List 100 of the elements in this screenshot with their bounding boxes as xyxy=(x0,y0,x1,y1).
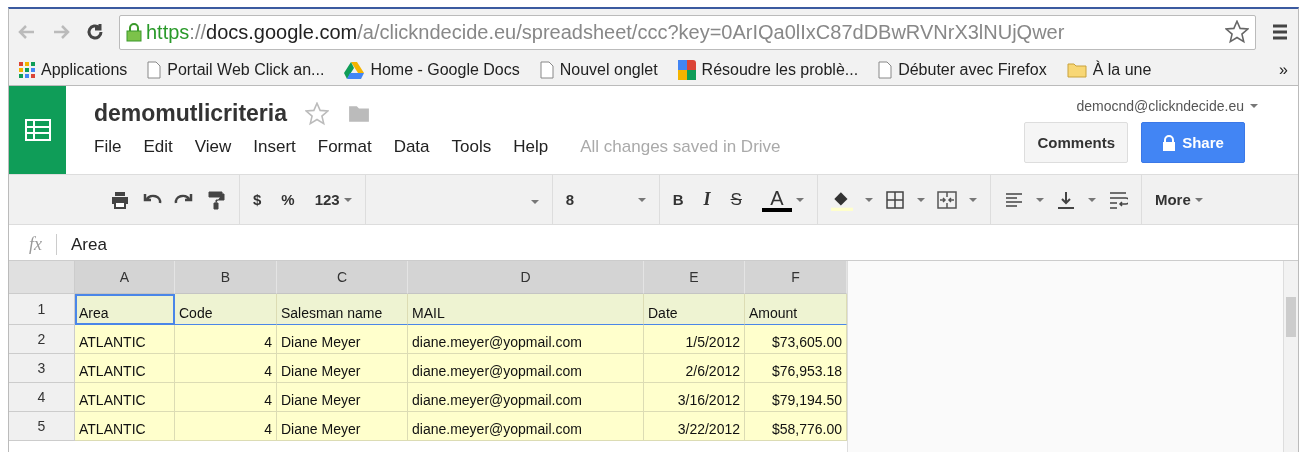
bookmark[interactable]: Portail Web Click an... xyxy=(147,61,325,79)
table-icon xyxy=(24,119,51,141)
save-status: All changes saved in Drive xyxy=(580,137,781,157)
menu-item[interactable]: Data xyxy=(393,137,430,157)
number-format-button[interactable]: 123 xyxy=(314,191,352,208)
table-cell[interactable]: ATLANTIC xyxy=(75,354,175,383)
table-cell[interactable]: 4 xyxy=(175,383,277,412)
table-cell[interactable]: MAIL xyxy=(408,294,644,325)
table-cell[interactable]: ATLANTIC xyxy=(75,412,175,441)
page-icon xyxy=(878,61,893,79)
table-cell[interactable]: $73,605.00 xyxy=(745,325,847,354)
column-header[interactable]: D xyxy=(408,261,644,294)
menu-item[interactable]: Edit xyxy=(143,137,173,157)
page-icon xyxy=(539,61,554,79)
table-cell[interactable]: diane.meyer@yopmail.com xyxy=(408,383,644,412)
table-cell[interactable]: 2/6/2012 xyxy=(644,354,745,383)
table-cell[interactable]: 4 xyxy=(175,412,277,441)
table-cell[interactable]: $76,953.18 xyxy=(745,354,847,383)
menu-item[interactable]: Tools xyxy=(451,137,492,157)
table-cell[interactable]: diane.meyer@yopmail.com xyxy=(408,325,644,354)
share-button[interactable]: Share xyxy=(1141,122,1245,163)
document-title[interactable]: demomutlicriteria xyxy=(94,100,287,127)
table-cell[interactable]: Diane Meyer xyxy=(277,412,408,441)
bookmark[interactable]: Home - Google Docs xyxy=(344,61,520,79)
table-cell[interactable]: ATLANTIC xyxy=(75,383,175,412)
formula-input[interactable]: Area xyxy=(71,234,107,255)
menu-item[interactable]: File xyxy=(94,137,122,157)
lock-icon xyxy=(1162,134,1177,151)
menu-item[interactable]: Format xyxy=(317,137,372,157)
caret-icon xyxy=(1250,104,1258,108)
column-header[interactable]: A xyxy=(75,261,175,294)
row-header[interactable]: 4 xyxy=(9,383,75,412)
star-icon[interactable] xyxy=(1225,20,1249,44)
table-cell[interactable]: Diane Meyer xyxy=(277,354,408,383)
merge-cells-icon[interactable] xyxy=(936,189,957,210)
borders-icon[interactable] xyxy=(884,189,905,210)
italic-button[interactable]: I xyxy=(703,189,711,210)
table-cell[interactable]: 3/16/2012 xyxy=(644,383,745,412)
sheets-logo[interactable] xyxy=(9,86,66,174)
table-cell[interactable]: Date xyxy=(644,294,745,325)
lock-icon xyxy=(126,22,142,42)
caret-icon xyxy=(1087,197,1096,202)
url-text: https://docs.google.com/a/clickndecide.eu/spreadsheet/ccc?key=0ArIQa0lIxC87dDBwRVNrX3lNUjQwer xyxy=(146,20,1065,44)
bookmark[interactable]: Nouvel onglet xyxy=(539,61,658,79)
more-button[interactable]: More xyxy=(1154,191,1203,208)
currency-button[interactable]: $ xyxy=(253,191,262,208)
bookmark[interactable]: Applications xyxy=(19,61,128,79)
scrollbar[interactable] xyxy=(1283,261,1298,452)
strikethrough-button[interactable]: S xyxy=(730,189,742,210)
table-cell[interactable]: ATLANTIC xyxy=(75,325,175,354)
row-header[interactable]: 1 xyxy=(9,294,75,325)
table-cell[interactable]: 4 xyxy=(175,325,277,354)
table-cell[interactable]: $58,776.00 xyxy=(745,412,847,441)
table-cell[interactable]: Code xyxy=(175,294,277,325)
table-cell[interactable]: 3/22/2012 xyxy=(644,412,745,441)
table-cell[interactable]: 4 xyxy=(175,354,277,383)
paint-roller-icon[interactable] xyxy=(206,189,226,210)
caret-icon xyxy=(968,197,977,202)
row-header[interactable]: 5 xyxy=(9,412,75,441)
font-size-dropdown[interactable]: 8 xyxy=(565,191,646,208)
grid-icon xyxy=(19,62,35,78)
percent-button[interactable]: % xyxy=(281,191,295,208)
account-email[interactable]: democnd@clickndecide.eu xyxy=(1076,98,1244,114)
table-cell[interactable]: diane.meyer@yopmail.com xyxy=(408,412,644,441)
more-bookmarks[interactable]: » xyxy=(1279,61,1288,79)
table-cell[interactable]: Diane Meyer xyxy=(277,383,408,412)
caret-icon xyxy=(1194,197,1203,202)
caret-icon xyxy=(795,197,804,202)
table-cell[interactable]: 1/5/2012 xyxy=(644,325,745,354)
caret-icon xyxy=(916,197,925,202)
table-cell[interactable]: diane.meyer@yopmail.com xyxy=(408,354,644,383)
bookmark[interactable]: À la une xyxy=(1066,61,1152,79)
row-header[interactable]: 3 xyxy=(9,354,75,383)
table-cell[interactable]: Amount xyxy=(745,294,847,325)
menu-item[interactable]: Insert xyxy=(253,137,296,157)
menu-item[interactable]: View xyxy=(194,137,232,157)
menu-item[interactable]: Help xyxy=(513,137,549,157)
bold-button[interactable]: B xyxy=(672,191,684,208)
star-icon[interactable] xyxy=(305,101,329,126)
align-bottom-icon[interactable] xyxy=(1055,189,1076,210)
column-header[interactable]: E xyxy=(644,261,745,294)
column-header[interactable]: B xyxy=(175,261,277,294)
menu-icon[interactable] xyxy=(1270,22,1290,42)
comments-button[interactable]: Comments xyxy=(1024,122,1128,163)
reload-icon[interactable] xyxy=(85,22,105,42)
table-cell[interactable]: Salesman name xyxy=(277,294,408,325)
print-icon[interactable] xyxy=(110,189,130,210)
folder-icon xyxy=(1066,62,1087,78)
row-header[interactable]: 2 xyxy=(9,325,75,354)
table-cell[interactable]: $79,194.50 xyxy=(745,383,847,412)
column-header[interactable]: F xyxy=(745,261,847,294)
bookmark[interactable]: Débuter avec Firefox xyxy=(878,61,1047,79)
table-cell[interactable]: Diane Meyer xyxy=(277,325,408,354)
text-color-button[interactable]: A xyxy=(761,187,792,212)
address-bar[interactable]: https://docs.google.com/a/clickndecide.eu/spreadsheet/ccc?key=0ArIQa0lIxC87dDBwRVNrX3lNUjQwer xyxy=(119,14,1256,50)
column-header[interactable]: C xyxy=(277,261,408,294)
table-cell[interactable]: Area xyxy=(75,294,175,325)
text-wrap-icon[interactable] xyxy=(1107,189,1128,210)
caret-icon xyxy=(637,197,646,202)
bookmark[interactable]: Résoudre les problè... xyxy=(677,60,859,80)
